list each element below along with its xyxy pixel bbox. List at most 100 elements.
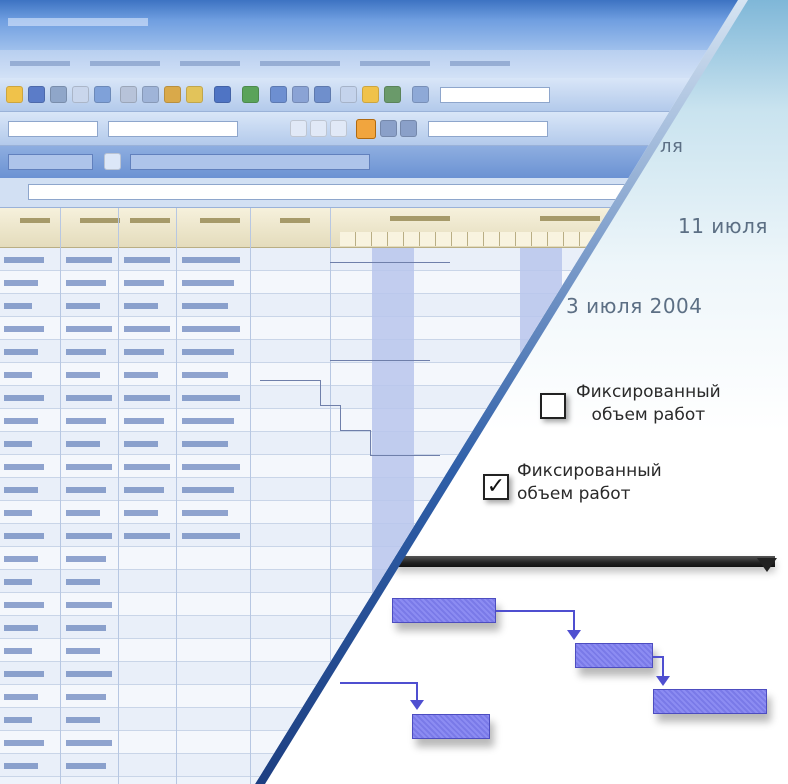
cell-placeholder <box>4 464 44 470</box>
cell-placeholder <box>4 326 44 332</box>
format-painter-icon[interactable] <box>186 86 203 103</box>
unlink-icon[interactable] <box>292 86 309 103</box>
underline-icon[interactable] <box>330 120 347 137</box>
gantt-connector-6 <box>340 405 341 430</box>
gantt-connector-1 <box>330 262 450 263</box>
italic-icon[interactable] <box>310 120 327 137</box>
menu-item-5[interactable] <box>360 61 430 66</box>
task-link-3-h <box>340 682 418 684</box>
task-info-icon[interactable] <box>340 86 357 103</box>
cell-placeholder <box>4 579 32 585</box>
paste-icon[interactable] <box>164 86 181 103</box>
column-header-3[interactable] <box>130 218 170 223</box>
link-icon[interactable] <box>270 86 287 103</box>
calendar-icon[interactable] <box>104 153 121 170</box>
filter-select[interactable] <box>428 121 548 137</box>
cell-placeholder <box>66 671 112 677</box>
cell-placeholder <box>66 602 112 608</box>
print-icon[interactable] <box>50 86 67 103</box>
menu-item-1[interactable] <box>10 61 70 66</box>
align-center-icon[interactable] <box>380 120 397 137</box>
split-icon[interactable] <box>314 86 331 103</box>
gantt-connector-2 <box>330 360 430 361</box>
cell-placeholder <box>182 510 228 516</box>
cell-placeholder <box>66 510 100 516</box>
cell-placeholder <box>182 303 228 309</box>
column-divider-3 <box>176 208 177 784</box>
cell-placeholder <box>182 280 234 286</box>
cell-placeholder <box>124 372 158 378</box>
project-guide-select[interactable] <box>130 154 370 170</box>
option-checked-label: Фиксированный объем работ <box>517 461 662 504</box>
option-unchecked-row[interactable]: Фиксированный объем работ <box>540 381 721 427</box>
task-link-1-arrow <box>567 630 581 640</box>
title-bar <box>0 0 738 50</box>
task-bar-3[interactable] <box>653 689 767 714</box>
cell-placeholder <box>66 464 112 470</box>
checkmark-icon: ✓ <box>486 474 506 499</box>
cell-placeholder <box>124 487 164 493</box>
checkbox-unchecked[interactable] <box>540 393 566 419</box>
cell-placeholder <box>124 533 170 539</box>
cell-placeholder <box>66 694 106 700</box>
menu-bar <box>0 50 738 78</box>
option-checked-row[interactable]: ✓ Фиксированный объем работ <box>483 460 662 506</box>
cell-placeholder <box>124 441 158 447</box>
cell-placeholder <box>4 257 44 263</box>
menu-item-2[interactable] <box>90 61 160 66</box>
save-icon[interactable] <box>28 86 45 103</box>
task-bar-2[interactable] <box>575 643 653 668</box>
gantt-connector-4 <box>320 380 321 405</box>
align-right-icon[interactable] <box>400 120 417 137</box>
column-divider-4 <box>250 208 251 784</box>
cell-placeholder <box>182 441 228 447</box>
task-bar-4[interactable] <box>412 714 490 739</box>
copy-icon[interactable] <box>142 86 159 103</box>
cell-placeholder <box>66 625 106 631</box>
assign-resources-icon[interactable] <box>384 86 401 103</box>
task-link-3-arrow <box>410 700 424 710</box>
preview-icon[interactable] <box>72 86 89 103</box>
column-header-4[interactable] <box>200 218 240 223</box>
timescale-date-2: 11 июля <box>678 214 768 238</box>
gantt-connector-7 <box>340 430 370 431</box>
cut-icon[interactable] <box>120 86 137 103</box>
menu-item-4[interactable] <box>260 61 340 66</box>
cell-placeholder <box>66 648 100 654</box>
cell-placeholder <box>66 533 112 539</box>
group-select[interactable] <box>440 87 550 103</box>
summary-task-bar[interactable] <box>395 556 775 567</box>
cell-placeholder <box>4 372 32 378</box>
cell-placeholder <box>4 602 44 608</box>
checkbox-checked[interactable]: ✓ <box>483 474 509 500</box>
zoom-icon[interactable] <box>412 86 429 103</box>
insert-hyperlink-icon[interactable] <box>242 86 259 103</box>
task-bar-1[interactable] <box>392 598 496 623</box>
menu-item-6[interactable] <box>450 61 510 66</box>
column-header-2[interactable] <box>80 218 120 223</box>
column-divider-2 <box>118 208 119 784</box>
cell-placeholder <box>4 763 38 769</box>
font-select[interactable] <box>8 121 98 137</box>
cell-placeholder <box>66 418 106 424</box>
column-header-5[interactable] <box>280 218 310 223</box>
font-size-select[interactable] <box>108 121 238 137</box>
cell-placeholder <box>182 326 240 332</box>
cell-placeholder <box>66 441 100 447</box>
notes-icon[interactable] <box>362 86 379 103</box>
cell-placeholder <box>66 579 100 585</box>
menu-item-3[interactable] <box>180 61 240 66</box>
cell-placeholder <box>4 694 38 700</box>
spell-icon[interactable] <box>94 86 111 103</box>
undo-icon[interactable] <box>214 86 231 103</box>
view-select[interactable] <box>8 154 93 170</box>
column-header-1[interactable] <box>20 218 50 223</box>
summary-task-end-marker <box>757 558 777 572</box>
cell-placeholder <box>4 556 38 562</box>
timescale-date-1-shadow <box>670 162 675 180</box>
open-icon[interactable] <box>6 86 23 103</box>
cell-placeholder <box>66 556 106 562</box>
cell-placeholder <box>4 303 32 309</box>
align-left-icon[interactable] <box>356 119 376 139</box>
bold-icon[interactable] <box>290 120 307 137</box>
